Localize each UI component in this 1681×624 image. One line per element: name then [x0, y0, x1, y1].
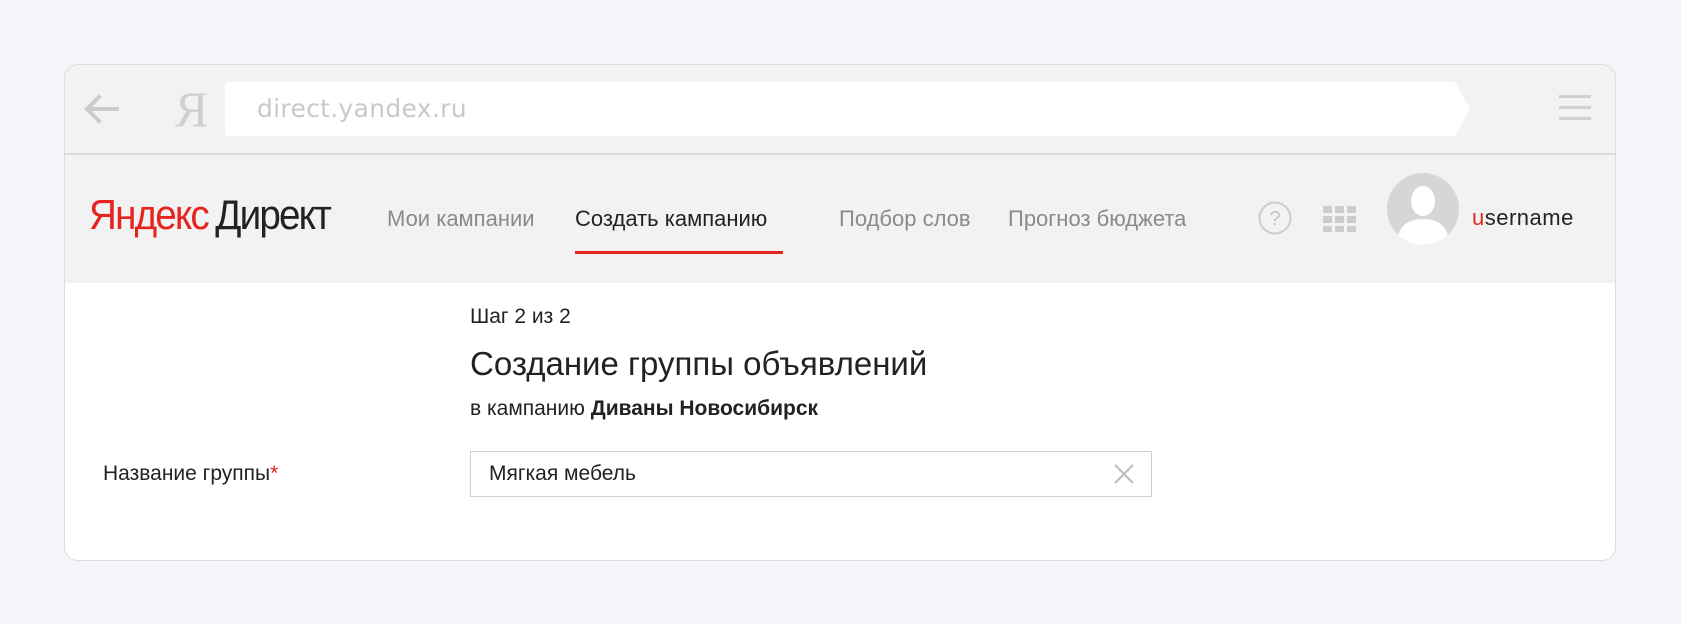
- required-mark: *: [270, 462, 279, 485]
- apps-button[interactable]: [1323, 206, 1357, 232]
- browser-window: Я direct.yandex.ru Яндекс Директ Мои камп…: [64, 64, 1616, 561]
- user-avatar[interactable]: [1387, 173, 1459, 245]
- grid-apps-icon: [1323, 206, 1356, 232]
- back-button[interactable]: [79, 87, 123, 131]
- clear-input-button[interactable]: [1113, 463, 1135, 485]
- svg-text:?: ?: [1269, 208, 1280, 230]
- nav-my-campaigns[interactable]: Мои кампании: [387, 199, 535, 239]
- campaign-subtitle: в кампанию Диваны Новосибирск: [470, 397, 818, 421]
- arrow-left-icon: [84, 94, 119, 124]
- address-bar[interactable]: direct.yandex.ru: [225, 82, 1470, 136]
- subtitle-prefix: в кампанию: [470, 397, 585, 420]
- browser-toolbar: Я direct.yandex.ru: [65, 65, 1615, 155]
- close-icon: [1114, 464, 1134, 484]
- nav-budget-forecast[interactable]: Прогноз бюджета: [1008, 199, 1186, 239]
- help-button[interactable]: ?: [1258, 201, 1292, 235]
- logo-product: Директ: [215, 191, 332, 238]
- page-title: Создание группы объявлений: [470, 345, 928, 382]
- yandex-direct-logo[interactable]: Яндекс Директ: [89, 185, 332, 245]
- question-mark-icon: ?: [1258, 201, 1292, 235]
- group-name-input[interactable]: [471, 452, 1089, 496]
- logo-brand: Яндекс: [89, 191, 210, 238]
- yandex-home-button[interactable]: Я: [175, 79, 215, 139]
- username-first-letter: u: [1472, 205, 1485, 230]
- group-name-label: Название группы*: [103, 457, 278, 491]
- campaign-name: Диваны Новосибирск: [590, 397, 819, 420]
- app-header: Яндекс Директ Мои кампании Создать кампан…: [65, 155, 1615, 283]
- hamburger-menu-icon: [1559, 95, 1591, 120]
- url-text: direct.yandex.ru: [257, 94, 467, 123]
- user-avatar-icon: [1387, 173, 1459, 245]
- browser-menu-button[interactable]: [1559, 93, 1591, 123]
- nav-create-campaign[interactable]: Создать кампанию: [575, 199, 767, 239]
- username-rest: sername: [1484, 205, 1574, 230]
- nav-active-indicator: [575, 251, 783, 254]
- yandex-logo-glyph: Я: [175, 81, 209, 137]
- group-name-label-text: Название группы: [103, 462, 271, 485]
- group-name-field: [470, 451, 1152, 497]
- step-indicator: Шаг 2 из 2: [470, 305, 571, 328]
- nav-word-selection[interactable]: Подбор слов: [839, 199, 971, 239]
- username[interactable]: username: [1472, 201, 1574, 235]
